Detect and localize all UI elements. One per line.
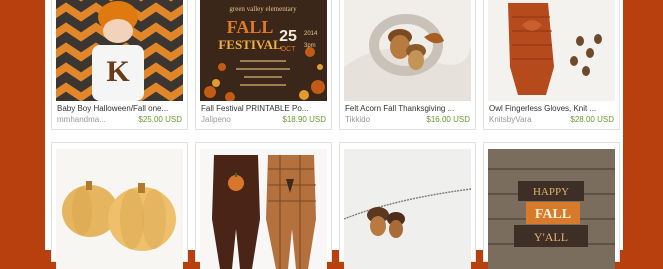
shop-name[interactable]: mmhandma... [57,115,106,124]
listing-title[interactable]: Owl Fingerless Gloves, Knit ... [489,104,616,113]
poster-school: green valley elementary [229,5,297,13]
listing-price: $18.90 USD [282,115,326,124]
listing-card[interactable]: HAPPY FALL Y'ALL [483,142,620,269]
listing-image[interactable]: K [56,0,183,101]
listing-title[interactable]: Fall Festival PRINTABLE Po... [201,104,328,113]
listing-card[interactable]: Owl Fingerless Gloves, Knit ... KnitsbyV… [483,0,620,130]
listing-price: $25.00 USD [138,115,182,124]
onesie-letter: K [106,55,130,88]
listing-panel: K Baby Boy Halloween/Fall one... mmhandm… [45,0,623,269]
listing-card[interactable]: green valley elementary FALL FESTIVAL 25… [195,0,332,130]
poster-fall: FALL [227,17,274,37]
sign-top-text: HAPPY [533,186,569,198]
poster-time: 3pm [304,43,316,49]
listing-card[interactable] [51,142,188,269]
listing-image[interactable] [488,0,615,101]
poster-year: 2014 [304,31,318,37]
listing-price: $16.00 USD [426,115,470,124]
listing-image[interactable] [344,149,471,269]
sign-bottom-text: Y'ALL [534,230,568,244]
listing-card[interactable]: Felt Acorn Fall Thanksgiving ... Tikkido… [339,0,476,130]
shop-name[interactable]: Jalipeno [201,115,231,124]
listing-price: $28.00 USD [570,115,614,124]
listing-image[interactable] [344,0,471,101]
listing-card[interactable]: K Baby Boy Halloween/Fall one... mmhandm… [51,0,188,130]
listing-card[interactable] [195,142,332,269]
listing-card[interactable] [339,142,476,269]
poster-festival: FESTIVAL [218,37,282,52]
sign-mid-text: FALL [535,207,571,222]
listing-title[interactable]: Baby Boy Halloween/Fall one... [57,104,184,113]
shop-name[interactable]: Tikkido [345,115,370,124]
listing-title[interactable]: Felt Acorn Fall Thanksgiving ... [345,104,472,113]
listing-image[interactable]: HAPPY FALL Y'ALL [488,149,615,269]
poster-month: OCT [281,46,297,53]
listing-image[interactable] [200,149,327,269]
listing-image[interactable]: green valley elementary FALL FESTIVAL 25… [200,0,327,101]
poster-date: 25 [279,28,297,45]
listing-image[interactable] [56,149,183,269]
shop-name[interactable]: KnitsbyVara [489,115,532,124]
